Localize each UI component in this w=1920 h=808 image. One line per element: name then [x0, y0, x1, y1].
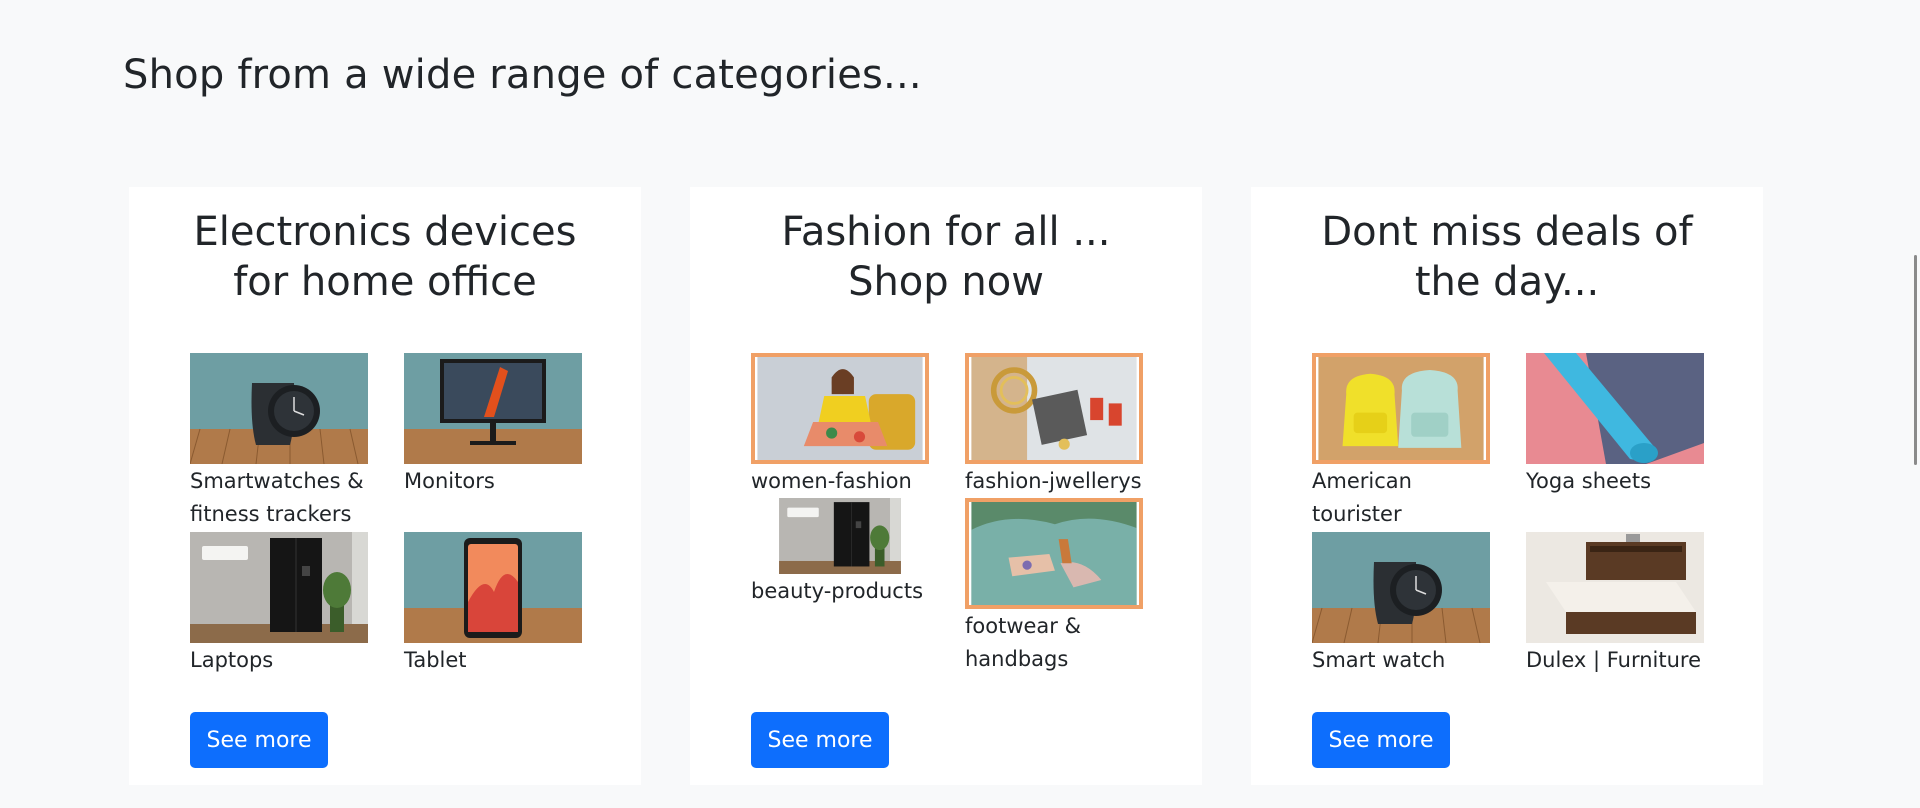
category-item-label[interactable]: women-fashion: [751, 465, 929, 498]
tablet-image[interactable]: [404, 532, 582, 643]
category-item-label[interactable]: fashion-jwellerys: [965, 465, 1143, 498]
category-card-fashion: Fashion for all ... Shop now women-fashi…: [690, 187, 1202, 785]
category-card-deals: Dont miss deals of the day... American t…: [1251, 187, 1763, 785]
see-more-button[interactable]: See more: [1312, 712, 1450, 768]
category-item-label[interactable]: American tourister: [1312, 465, 1490, 531]
category-item-furniture[interactable]: Dulex | Furniture: [1526, 532, 1704, 677]
category-item-label[interactable]: beauty-products: [751, 575, 929, 608]
page-scrollbar[interactable]: [1914, 255, 1917, 465]
smartwatch-image[interactable]: [1312, 532, 1490, 643]
category-item-smartwatches[interactable]: Smartwatches & fitness trackers: [190, 353, 368, 531]
category-item-label[interactable]: Dulex | Furniture: [1526, 644, 1704, 677]
card-title: Electronics devices for home office: [193, 209, 577, 305]
card-title: Fashion for all ... Shop now: [781, 209, 1111, 305]
category-item-label[interactable]: Tablet: [404, 644, 582, 677]
see-more-button[interactable]: See more: [190, 712, 328, 768]
jewellery-image[interactable]: [965, 353, 1143, 464]
category-card-electronics: Electronics devices for home office Smar…: [129, 187, 641, 785]
bed-image[interactable]: [1526, 532, 1704, 643]
category-item-smart-watch[interactable]: Smart watch: [1312, 532, 1490, 677]
yoga-mat-image[interactable]: [1526, 353, 1704, 464]
footwear-image[interactable]: [965, 498, 1143, 609]
category-item-fashion-jewellery[interactable]: fashion-jwellerys: [965, 353, 1143, 498]
category-item-monitors[interactable]: Monitors: [404, 353, 582, 498]
category-item-label[interactable]: Monitors: [404, 465, 582, 498]
monitor-image[interactable]: [404, 353, 582, 464]
category-item-women-fashion[interactable]: women-fashion: [751, 353, 929, 498]
smartwatch-image[interactable]: [190, 353, 368, 464]
backpack-image[interactable]: [1312, 353, 1490, 464]
category-item-label[interactable]: Smart watch: [1312, 644, 1490, 677]
category-item-footwear-handbags[interactable]: footwear & handbags: [965, 498, 1143, 676]
category-item-beauty-products[interactable]: beauty-products: [751, 498, 929, 608]
refrigerator-image[interactable]: [751, 498, 929, 574]
category-item-label[interactable]: Laptops: [190, 644, 368, 677]
category-item-tablet[interactable]: Tablet: [404, 532, 582, 677]
category-item-american-tourister[interactable]: American tourister: [1312, 353, 1490, 531]
category-item-label[interactable]: Yoga sheets: [1526, 465, 1704, 498]
see-more-button[interactable]: See more: [751, 712, 889, 768]
card-title: Dont miss deals of the day...: [1321, 209, 1693, 305]
women-fashion-image[interactable]: [751, 353, 929, 464]
category-item-laptops[interactable]: Laptops: [190, 532, 368, 677]
category-item-label[interactable]: Smartwatches & fitness trackers: [190, 465, 368, 531]
page-title: Shop from a wide range of categories...: [123, 52, 922, 98]
category-item-yoga-sheets[interactable]: Yoga sheets: [1526, 353, 1704, 498]
category-item-label[interactable]: footwear & handbags: [965, 610, 1143, 676]
refrigerator-image[interactable]: [190, 532, 368, 643]
